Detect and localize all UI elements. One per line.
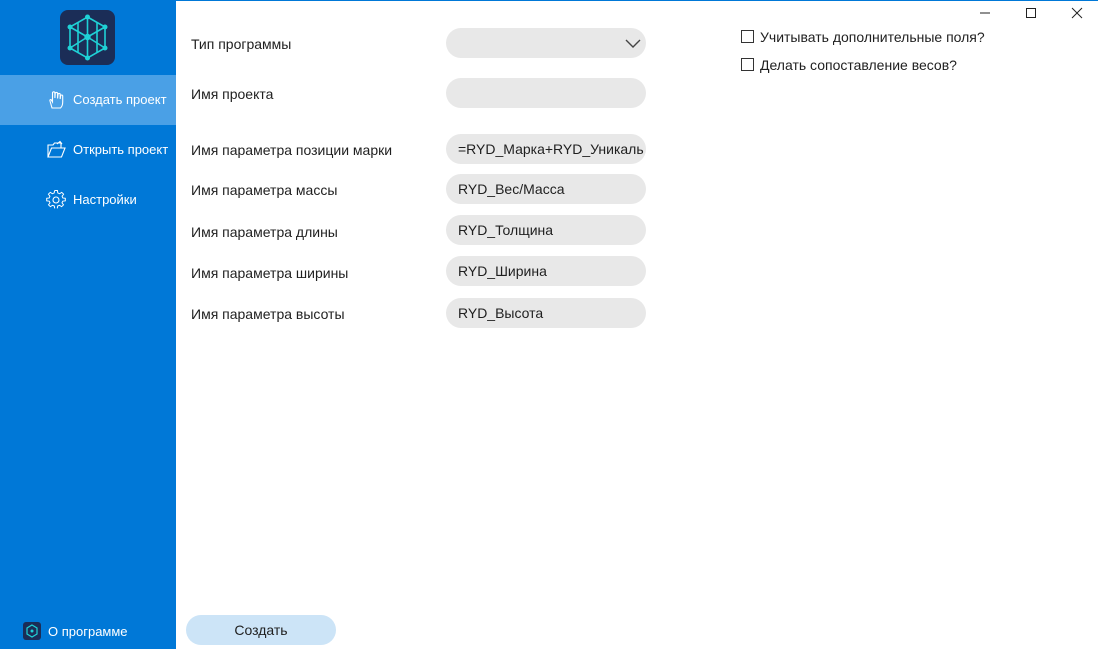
close-button[interactable]: [1054, 2, 1098, 24]
width-param-label: Имя параметра ширины: [191, 265, 349, 281]
chevron-down-icon: [625, 39, 641, 48]
about-label: О программе: [48, 624, 128, 639]
sidebar: Создать проект Открыть проект Настройки …: [0, 0, 176, 649]
create-button[interactable]: Создать: [186, 615, 336, 645]
length-param-input[interactable]: RYD_Толщина: [446, 215, 646, 245]
maximize-icon: [1026, 8, 1036, 18]
cube-network-icon: [67, 14, 108, 61]
sidebar-item-open-project[interactable]: Открыть проект: [0, 125, 176, 175]
sidebar-item-create-project[interactable]: Создать проект: [0, 75, 176, 125]
weights-checkbox[interactable]: [741, 58, 754, 71]
app-logo: [60, 10, 115, 65]
hand-pointer-icon: [46, 90, 66, 110]
about-button[interactable]: О программе: [0, 618, 176, 646]
program-type-label: Тип программы: [191, 36, 292, 52]
app-logo-icon: [23, 622, 41, 640]
minimize-icon: [980, 12, 990, 14]
gear-icon: [46, 190, 66, 210]
program-type-select[interactable]: [446, 28, 646, 58]
mark-param-input[interactable]: =RYD_Марка+RYD_Уникаль: [446, 134, 646, 164]
minimize-button[interactable]: [962, 2, 1008, 24]
sidebar-item-label: Настройки: [73, 192, 137, 207]
width-param-input[interactable]: RYD_Ширина: [446, 256, 646, 286]
maximize-button[interactable]: [1008, 2, 1054, 24]
project-name-label: Имя проекта: [191, 86, 274, 102]
project-name-input[interactable]: [446, 78, 646, 108]
height-param-input[interactable]: RYD_Высота: [446, 298, 646, 328]
sidebar-item-label: Открыть проект: [73, 142, 169, 157]
folder-open-icon: [46, 140, 66, 160]
extra-fields-label: Учитывать дополнительные поля?: [760, 29, 985, 45]
height-param-label: Имя параметра высоты: [191, 306, 345, 322]
weights-label: Делать сопоставление весов?: [760, 57, 957, 73]
sidebar-item-settings[interactable]: Настройки: [0, 175, 176, 225]
length-param-label: Имя параметра длины: [191, 224, 338, 240]
mass-param-label: Имя параметра массы: [191, 182, 338, 198]
mark-param-label: Имя параметра позиции марки: [191, 142, 393, 158]
mass-param-input[interactable]: RYD_Вес/Масса: [446, 174, 646, 204]
sidebar-item-label: Создать проект: [73, 92, 167, 107]
extra-fields-checkbox[interactable]: [741, 30, 754, 43]
title-bar-border: [176, 0, 1098, 1]
close-icon: [1071, 7, 1083, 19]
